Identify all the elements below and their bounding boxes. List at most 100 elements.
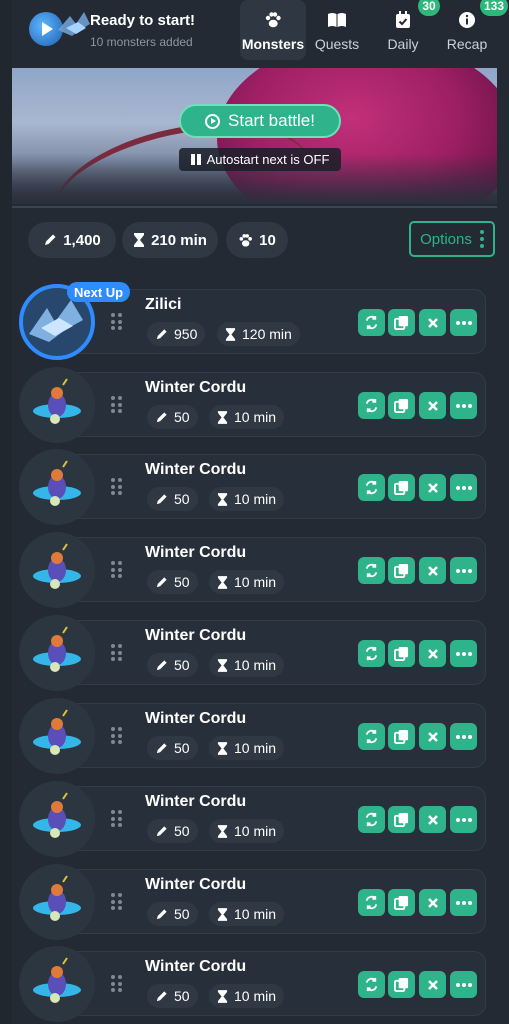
monster-power-value: 50 (174, 823, 190, 839)
hourglass-icon (217, 575, 228, 589)
drag-handle-icon[interactable] (111, 893, 123, 911)
pencil-icon (156, 328, 167, 339)
monster-portrait[interactable] (19, 946, 95, 1022)
monster-time-value: 10 min (234, 823, 277, 839)
autostart-toggle[interactable]: Autostart next is OFF (179, 148, 341, 171)
monster-time: 10 min (209, 405, 285, 429)
remove-button[interactable] (419, 640, 446, 667)
start-battle-button[interactable]: Start battle! (179, 104, 341, 138)
drag-handle-icon[interactable] (111, 396, 123, 414)
monster-power: 50 (147, 653, 198, 677)
monster-power: 50 (147, 902, 198, 926)
monster-portrait[interactable] (19, 781, 95, 857)
more-button[interactable] (450, 806, 477, 833)
more-button[interactable] (450, 640, 477, 667)
swap-button[interactable] (358, 971, 385, 998)
swap-button[interactable] (358, 309, 385, 336)
monster-name: Winter Cordu (145, 379, 247, 396)
swap-button[interactable] (358, 723, 385, 750)
tab-quests-label: Quests (314, 36, 360, 52)
tab-monsters[interactable]: Monsters (240, 0, 306, 60)
more-button[interactable] (450, 723, 477, 750)
monster-name: Winter Cordu (145, 958, 247, 975)
remove-button[interactable] (419, 806, 446, 833)
monster-time-value: 10 min (234, 906, 277, 922)
more-button[interactable] (450, 557, 477, 584)
close-icon (427, 814, 438, 825)
pencil-icon (156, 825, 167, 836)
start-battle-label: Start battle! (228, 111, 315, 130)
remove-button[interactable] (419, 889, 446, 916)
more-button[interactable] (450, 889, 477, 916)
monster-portrait[interactable] (19, 615, 95, 691)
drag-handle-icon[interactable] (111, 561, 123, 579)
monster-row: Winter Cordu 50 10 min (19, 781, 486, 857)
monster-row: Winter Cordu 50 10 min (19, 449, 486, 525)
duplicate-button[interactable] (388, 971, 415, 998)
duplicate-button[interactable] (388, 806, 415, 833)
drag-handle-icon[interactable] (111, 975, 123, 993)
monster-time-value: 10 min (234, 574, 277, 590)
monster-power-value: 50 (174, 906, 190, 922)
drag-handle-icon[interactable] (111, 727, 123, 745)
monster-time-value: 10 min (234, 491, 277, 507)
monster-portrait[interactable] (19, 864, 95, 940)
swap-button[interactable] (358, 392, 385, 419)
more-icon (455, 320, 472, 325)
remove-button[interactable] (419, 723, 446, 750)
monster-art-icon (33, 709, 81, 755)
drag-handle-icon[interactable] (111, 478, 123, 496)
monster-portrait[interactable] (19, 367, 95, 443)
monster-art-icon (33, 378, 81, 424)
remove-button[interactable] (419, 474, 446, 501)
swap-button[interactable] (358, 557, 385, 584)
tab-monsters-label: Monsters (241, 36, 305, 52)
more-button[interactable] (450, 971, 477, 998)
remove-button[interactable] (419, 557, 446, 584)
swap-button[interactable] (358, 474, 385, 501)
drag-handle-icon[interactable] (111, 644, 123, 662)
swap-button[interactable] (358, 889, 385, 916)
monster-portrait[interactable] (19, 698, 95, 774)
monster-time-value: 10 min (234, 657, 277, 673)
duplicate-button[interactable] (388, 474, 415, 501)
monster-portrait[interactable] (19, 532, 95, 608)
hourglass-icon (225, 327, 236, 341)
remove-button[interactable] (419, 309, 446, 336)
monster-art-icon (33, 875, 81, 921)
more-button[interactable] (450, 392, 477, 419)
more-button[interactable] (450, 474, 477, 501)
pencil-icon (156, 659, 167, 670)
remove-button[interactable] (419, 971, 446, 998)
pencil-icon (156, 742, 167, 753)
close-icon (427, 979, 438, 990)
swap-button[interactable] (358, 806, 385, 833)
duplicate-button[interactable] (388, 723, 415, 750)
duplicate-button[interactable] (388, 889, 415, 916)
total-time-value: 210 min (151, 231, 207, 249)
drag-handle-icon[interactable] (111, 313, 123, 331)
pencil-icon (156, 908, 167, 919)
more-icon (455, 900, 472, 905)
duplicate-button[interactable] (388, 392, 415, 419)
more-button[interactable] (450, 309, 477, 336)
tab-daily[interactable]: Daily 30 (370, 0, 440, 60)
close-icon (427, 565, 438, 576)
duplicate-button[interactable] (388, 557, 415, 584)
tab-recap[interactable]: Recap 133 (434, 0, 508, 60)
tab-quests[interactable]: Quests (304, 0, 370, 60)
monster-power: 950 (147, 322, 206, 346)
monster-name: Winter Cordu (145, 793, 247, 810)
options-button[interactable]: Options (409, 221, 495, 257)
duplicate-button[interactable] (388, 640, 415, 667)
monster-time: 10 min (209, 902, 285, 926)
swap-button[interactable] (358, 640, 385, 667)
monster-name: Winter Cordu (145, 876, 247, 893)
monster-portrait[interactable] (19, 449, 95, 525)
duplicate-button[interactable] (388, 309, 415, 336)
copy-icon (394, 315, 409, 330)
monster-time: 10 min (209, 819, 285, 843)
remove-button[interactable] (419, 392, 446, 419)
drag-handle-icon[interactable] (111, 810, 123, 828)
hourglass-icon (134, 233, 145, 247)
